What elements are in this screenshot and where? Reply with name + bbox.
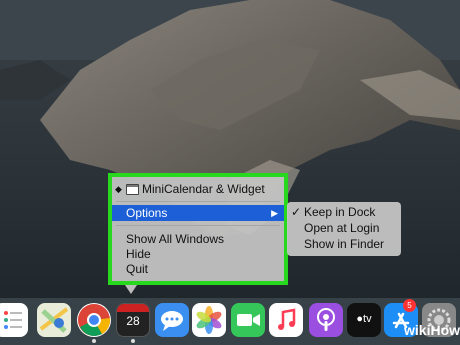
menu-item-label: Quit [126,262,149,276]
running-diamond-icon: ◆ [115,184,122,194]
running-indicator [92,339,96,343]
submenu-item-label: Open at Login [304,221,380,235]
photos-icon[interactable] [192,303,226,337]
watermark-part2: How [430,322,460,338]
watermark: wikiHow [404,322,460,338]
dock-context-menu: ◆ MiniCalendar & Widget Options ▶ Show A… [108,173,288,294]
submenu-item-label: Show in Finder [304,237,385,251]
maps-icon[interactable] [37,303,71,337]
submenu-arrow-icon: ▶ [271,208,278,218]
menu-app-title-label: MiniCalendar & Widget [142,182,265,196]
running-indicator [131,339,135,343]
messages-icon[interactable] [155,303,189,337]
menu-item-label: Hide [126,247,151,261]
menu-item-quit[interactable]: Quit [112,261,284,277]
submenu-item-open-at-login[interactable]: Open at Login [287,221,401,236]
submenu-item-show-in-finder[interactable]: Show in Finder [287,237,401,252]
menu-separator [116,225,280,226]
watermark-part1: wiki [404,322,431,338]
reminders-icon[interactable] [0,303,28,337]
facetime-icon[interactable] [231,303,265,337]
calendar-date: 28 [126,314,140,328]
submenu-item-keep-in-dock[interactable]: ✓ Keep in Dock [287,205,401,220]
minicalendar-icon[interactable]: 28 [116,303,150,343]
window-icon [126,184,139,195]
apple-tv-icon[interactable]: ●tv [347,303,381,337]
menu-separator [116,201,280,202]
menu-app-title[interactable]: ◆ MiniCalendar & Widget [112,181,284,197]
menu-item-show-all-windows[interactable]: Show All Windows [112,231,284,247]
music-icon[interactable] [269,303,303,337]
menu-item-options[interactable]: Options ▶ [112,205,284,221]
menu-item-hide[interactable]: Hide [112,246,284,262]
update-badge: 5 [403,299,416,312]
submenu-item-label: Keep in Dock [304,205,376,219]
menu-item-label: Show All Windows [126,232,225,246]
menu-item-options-label: Options [126,206,168,220]
options-submenu: ✓ Keep in Dock Open at Login Show in Fin… [287,202,401,256]
podcasts-icon[interactable] [309,303,343,337]
chrome-icon[interactable] [77,303,111,343]
dock: 28 ●tv 5 [0,298,460,345]
checkmark-icon: ✓ [291,205,302,219]
